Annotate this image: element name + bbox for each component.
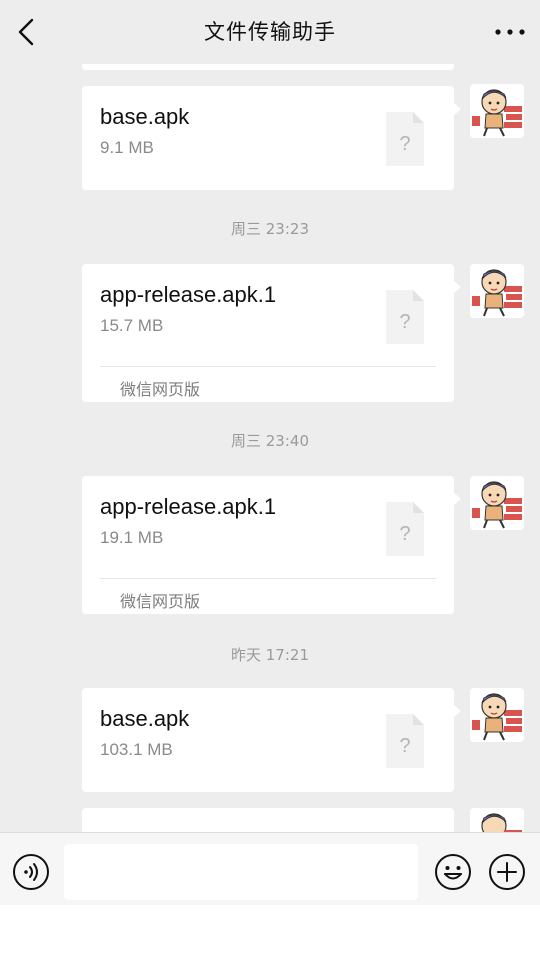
avatar-cartoon-icon	[472, 481, 522, 529]
voice-icon	[13, 854, 49, 890]
emoji-button[interactable]	[434, 853, 472, 891]
file-size: 19.1 MB	[100, 528, 164, 547]
avatar[interactable]	[470, 688, 524, 742]
avatar-cartoon-icon	[481, 813, 522, 832]
file-message-bubble[interactable]: app-release.apk.1 19.1 MB ? 微信网页版	[82, 476, 461, 614]
file-message-bubble[interactable]: base.apk 9.1 MB ?	[82, 86, 461, 190]
file-name: base.apk	[100, 104, 190, 129]
divider	[100, 578, 436, 579]
avatar-cartoon-icon	[472, 693, 522, 741]
plus-circle-icon	[489, 854, 525, 890]
timestamp: 周三 23:23	[231, 220, 309, 238]
divider	[100, 366, 436, 367]
unknown-file-icon: ?	[386, 714, 424, 768]
unknown-file-icon: ?	[386, 290, 424, 344]
avatar[interactable]	[470, 476, 524, 530]
file-name: app-release.apk.1	[100, 494, 277, 519]
avatar[interactable]	[470, 264, 524, 318]
source-label: 微信网页版	[120, 380, 201, 399]
avatar-cartoon-icon	[472, 269, 522, 317]
file-message-bubble[interactable]: base.apk 103.1 MB ?	[82, 688, 461, 792]
source-label: 微信网页版	[120, 592, 201, 611]
unknown-file-icon: ?	[386, 112, 424, 166]
more-dots-icon	[495, 29, 525, 35]
avatar[interactable]	[470, 808, 524, 832]
file-name: base.apk	[100, 706, 190, 731]
svg-text:?: ?	[399, 133, 410, 155]
unknown-file-icon: ?	[386, 502, 424, 556]
input-bar	[0, 832, 540, 905]
timestamp: 周三 23:40	[231, 432, 309, 450]
file-message-bubble[interactable]: app-release.apk.1 15.7 MB ? 微信网页版	[82, 264, 461, 402]
emoji-icon	[435, 854, 471, 890]
file-name: app-release.apk.1	[100, 282, 277, 307]
file-message-bubble[interactable]	[82, 808, 454, 832]
file-size: 9.1 MB	[100, 138, 154, 157]
nav-bar: 文件传输助手	[0, 0, 540, 64]
more-button[interactable]	[490, 16, 530, 48]
page-title: 文件传输助手	[204, 20, 336, 44]
svg-text:?: ?	[399, 735, 410, 757]
voice-button[interactable]	[12, 853, 50, 891]
more-functions-button[interactable]	[488, 853, 526, 891]
message-list[interactable]: base.apk 9.1 MB ? 周三 23:23 app-release.a…	[0, 64, 540, 832]
file-size: 15.7 MB	[100, 316, 164, 335]
message-input[interactable]	[64, 844, 418, 900]
avatar-cartoon-icon	[472, 89, 522, 137]
partial-message-bubble[interactable]	[82, 64, 454, 70]
svg-text:?: ?	[399, 523, 410, 545]
svg-text:?: ?	[399, 311, 410, 333]
file-size: 103.1 MB	[100, 740, 173, 759]
chat-screen: 文件传输助手 base.apk 9.1 MB ? 周三 23:23 app-re…	[0, 0, 540, 905]
avatar[interactable]	[470, 84, 524, 138]
timestamp: 昨天 17:21	[231, 646, 309, 664]
